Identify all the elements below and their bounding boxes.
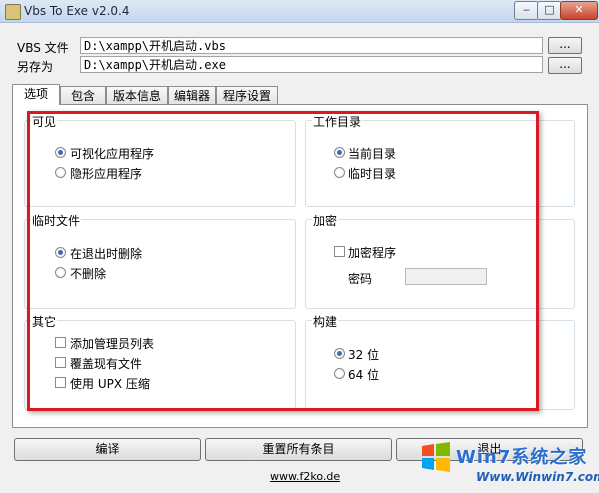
close-button[interactable]: ✕ [560,1,598,20]
watermark-url: Www.Winwin7.com [476,470,599,484]
vbs-path-input[interactable]: D:\xampp\开机启动.vbs [80,37,543,54]
tab-include[interactable]: 包含 [60,86,106,104]
saveas-label: 另存为 [17,60,54,74]
tab-editor[interactable]: 编辑器 [168,86,216,104]
compile-button[interactable]: 编译 [14,438,201,461]
reset-button[interactable]: 重置所有条目 [205,438,392,461]
saveas-path-input[interactable]: D:\xampp\开机启动.exe [80,56,543,73]
website-link[interactable]: www.f2ko.de [270,470,340,483]
tab-options[interactable]: 选项 [12,84,60,105]
tab-version-info[interactable]: 版本信息 [106,86,168,104]
window-title: Vbs To Exe v2.0.4 [24,4,130,18]
minimize-button[interactable]: ‒ [514,1,539,20]
watermark-brand: Win7系统之家 [456,447,588,468]
app-icon [5,4,21,20]
windows-logo-icon [422,442,450,472]
highlight-box [27,111,539,411]
vbs-file-label: VBS 文件 [17,41,69,55]
vbs-browse-button[interactable]: ... [548,37,582,54]
tab-program-settings[interactable]: 程序设置 [216,86,278,104]
title-bar[interactable]: Vbs To Exe v2.0.4 ‒ □ ✕ [0,0,599,23]
saveas-browse-button[interactable]: ... [548,57,582,74]
maximize-button[interactable]: □ [537,1,562,20]
